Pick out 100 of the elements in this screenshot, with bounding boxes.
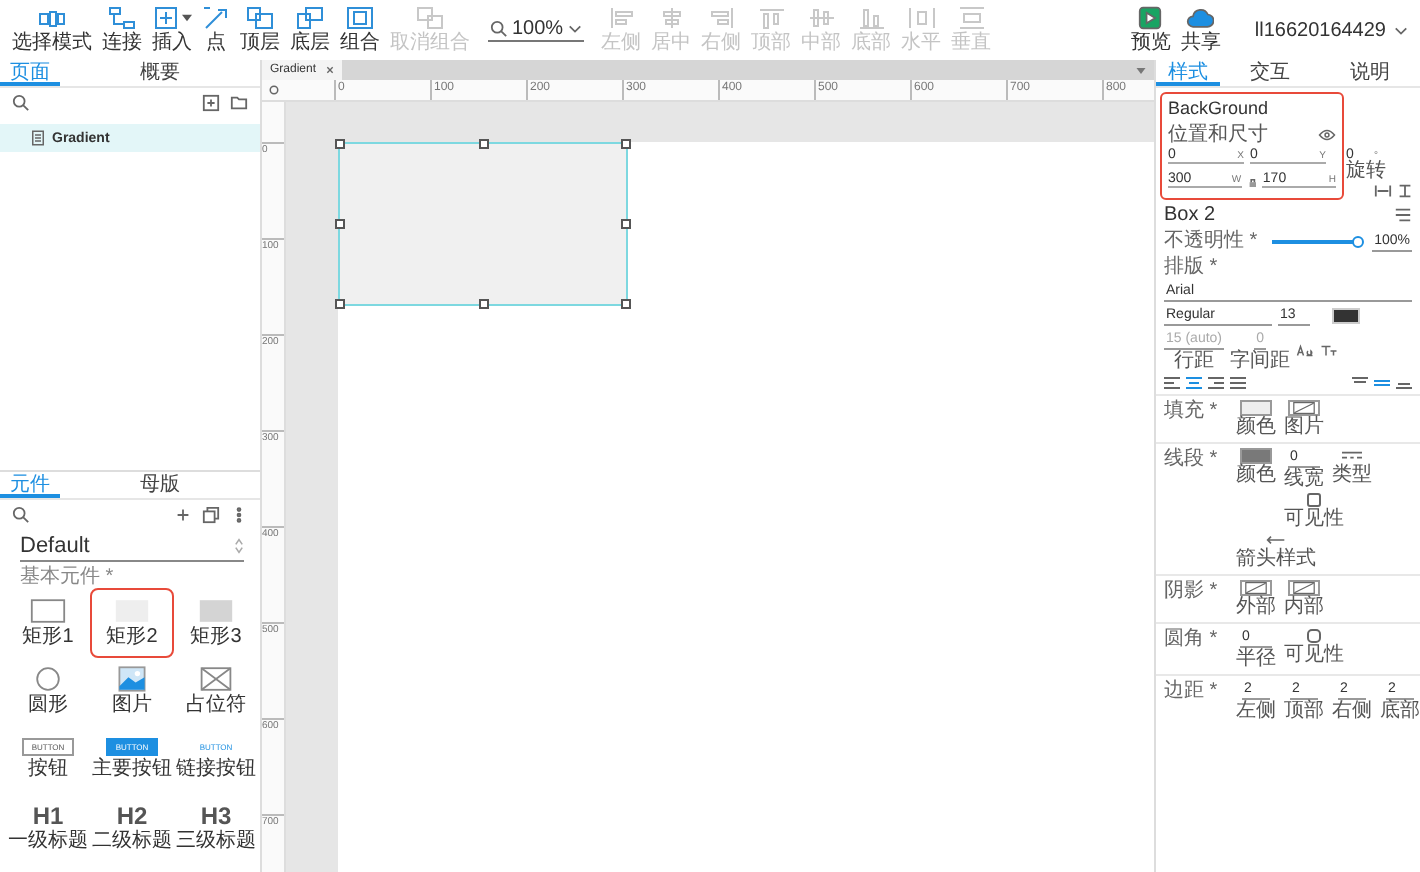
option-caption: 半径 [1236,648,1276,670]
widget-label: 三级标题 [176,829,256,851]
lock-icon[interactable] [1247,177,1257,187]
panel-tab[interactable]: 交互 [1220,60,1320,86]
empty-image-icon[interactable] [1288,400,1320,416]
library-dropdown[interactable]: Default [20,534,244,562]
style-icon[interactable] [1394,206,1412,224]
toolbar-button[interactable]: 连接 [102,6,142,54]
empty-shadow-icon[interactable] [1288,580,1320,596]
property-label: 阴影 * [1164,580,1220,602]
widget-label: 按钮 [28,758,68,780]
property-label: 边距 * [1164,680,1220,702]
search-icon[interactable] [12,94,30,112]
align-icon [657,6,686,30]
border-color-swatch[interactable] [1240,448,1272,464]
heading-preview: H2 [116,803,148,827]
option-caption: 外部 [1236,596,1276,618]
option-caption: 箭头样式 [1236,548,1316,570]
option-caption: 顶部 [1284,700,1324,722]
folder-icon[interactable] [230,94,248,112]
widget-tile[interactable]: H1 一级标题 [8,794,88,860]
text-color-swatch[interactable] [1332,308,1360,324]
align-icon [907,6,936,30]
widget-label: 一级标题 [8,829,88,851]
widget-label: 链接按钮 [176,758,256,780]
resize-handle[interactable] [335,139,345,149]
vertical-align-icon[interactable] [1374,376,1390,390]
gear-icon[interactable] [268,84,280,96]
toolbar-button[interactable]: 点 [202,6,230,54]
toolbar-button[interactable]: 共享 [1180,6,1221,54]
property-label: 圆角 * [1164,628,1220,650]
option-caption: 类型 [1332,464,1372,486]
text-align-icon[interactable] [1186,376,1202,390]
corner-icon[interactable] [1304,628,1324,644]
panel-tab[interactable]: 概要 [60,60,260,86]
search-icon[interactable] [12,506,30,524]
option-caption: 颜色 [1236,464,1276,486]
field-caption: 字间距 [1230,350,1291,372]
panel-tab[interactable]: 说明 [1320,60,1420,86]
resize-handle[interactable] [335,299,345,309]
frames-icon [38,6,66,30]
user-menu[interactable]: ll16620164429 [1254,19,1408,41]
option-caption: 右侧 [1332,700,1372,722]
layers-icon [246,6,274,30]
slider-thumb[interactable] [1352,235,1365,247]
option-caption: 可见性 [1284,508,1344,530]
text-align-icon[interactable] [1230,376,1246,390]
empty-shadow-icon[interactable] [1240,580,1272,596]
toolbar-button[interactable]: 底层 [290,6,330,54]
widget-tile[interactable]: 矩形2 [92,590,172,656]
widget-name: BackGround [1168,98,1271,118]
eye-icon[interactable] [1318,126,1336,144]
fit-width-icon[interactable] [1374,182,1392,200]
dashed-line-icon[interactable] [1342,448,1362,464]
resize-handle[interactable] [621,299,631,309]
widget-label: 图片 [112,694,152,716]
widget-tile[interactable]: 占位符 [176,658,256,724]
square-icon[interactable] [1304,492,1324,508]
option-caption: 颜色 [1236,416,1276,438]
plus-icon[interactable] [174,506,192,524]
text-case-icon[interactable] [1296,342,1315,360]
text-align-icon[interactable] [1208,376,1224,390]
option-caption: 底部 [1380,700,1420,722]
widget-label: 主要按钮 [92,758,172,780]
panel-tab[interactable]: 母版 [60,472,260,498]
toolbar-button[interactable]: 预览 [1130,6,1171,54]
toolbar-button[interactable]: 组合 [340,6,380,54]
chevron-icon [1394,25,1408,35]
resize-handle[interactable] [478,299,488,309]
zoom-dropdown[interactable]: 100% [488,18,584,42]
group-icon [346,6,374,30]
widget-tile[interactable]: 图片 [92,658,172,724]
widget-tile[interactable]: H3 三级标题 [176,794,256,860]
style-name: Box 2 [1164,204,1216,226]
resize-handle[interactable] [478,139,488,149]
widget-tile[interactable]: 矩形3 [176,590,256,656]
panel-tab[interactable]: 页面 [0,60,60,86]
fit-height-icon[interactable] [1396,182,1414,200]
widget-tile[interactable]: 矩形1 [8,590,88,656]
widget-tile[interactable]: H2 二级标题 [92,794,172,860]
fill-color-swatch[interactable] [1240,400,1272,416]
panel-tab[interactable]: 样式 [1156,60,1220,86]
close-icon[interactable] [326,66,335,74]
align-icon [857,6,886,30]
resize-handle[interactable] [621,219,631,229]
add-page-icon[interactable] [202,94,220,112]
rectangle-icon [30,598,66,624]
resize-handle[interactable] [621,139,631,149]
toolbar-button[interactable]: 插入 [152,6,192,54]
toolbar-button[interactable]: 选择模式 [12,6,92,54]
widget-tile[interactable]: 圆形 [8,658,88,724]
text-style-icon[interactable] [1320,342,1339,360]
arrow-line-icon[interactable] [1266,532,1286,548]
caret-icon[interactable] [1136,67,1146,73]
text-align-icon[interactable] [1164,376,1180,390]
resize-handle[interactable] [335,219,345,229]
section-label: 基本元件 * [20,566,116,588]
stack-icon[interactable] [202,506,220,524]
widget-label: 矩形2 [106,626,158,648]
toolbar-button[interactable]: 顶层 [240,6,280,54]
